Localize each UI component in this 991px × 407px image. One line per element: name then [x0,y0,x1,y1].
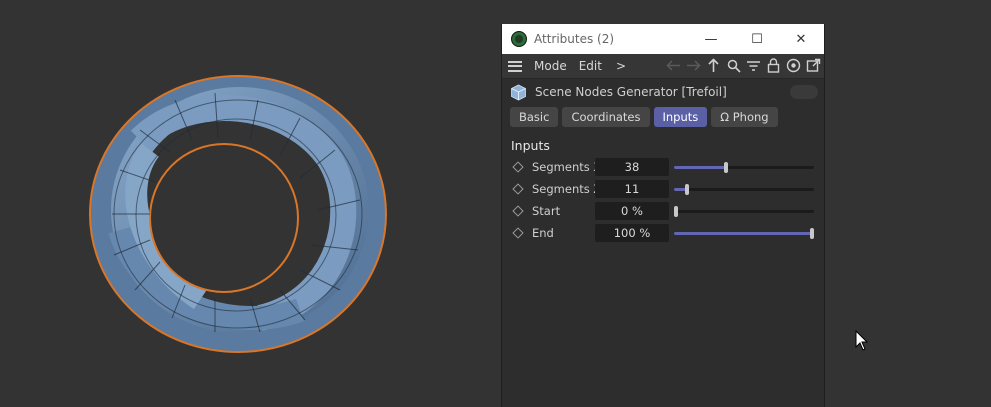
close-button[interactable]: ✕ [778,24,824,54]
param-label: Start [532,204,561,218]
slider-thumb[interactable] [674,206,678,217]
open-new-window-icon[interactable] [805,57,822,74]
tab-bar: Basic Coordinates Inputs Ω Phong [502,105,824,129]
menu-edit[interactable]: Edit [579,59,602,73]
keyframe-diamond-icon[interactable] [512,161,524,173]
tab-label: Inputs [662,110,699,124]
keyframe-diamond-icon[interactable] [512,227,524,239]
trefoil-knot-mesh[interactable] [0,0,500,407]
tab-coordinates[interactable]: Coordinates [562,107,650,127]
3d-viewport[interactable] [0,0,991,407]
param-label: End [532,226,554,240]
keyframe-diamond-icon[interactable] [512,183,524,195]
tab-label: Ω Phong [720,110,769,124]
object-enable-toggle[interactable] [790,85,818,99]
param-value-field[interactable]: 100 % [595,224,669,242]
attributes-window: Attributes (2) — ☐ ✕ Mode Edit > Scene N… [501,24,825,407]
slider-fill [674,232,814,235]
menu-mode[interactable]: Mode [534,59,567,73]
param-row-start: Start 0 % [502,200,824,222]
param-value-field[interactable]: 11 [595,180,669,198]
hamburger-menu-icon[interactable] [508,60,522,72]
target-icon[interactable] [785,57,802,74]
window-title: Attributes (2) [534,32,615,46]
param-slider[interactable] [674,184,814,195]
param-row-end: End 100 % [502,222,824,244]
param-label: Segments X [532,160,602,174]
filter-icon[interactable] [745,57,762,74]
lock-icon[interactable] [765,57,782,74]
toolbar [665,57,822,74]
object-header: Scene Nodes Generator [Trefoil] [502,79,824,105]
minimize-icon: — [704,31,718,47]
mouse-cursor-icon [855,330,869,351]
up-arrow-icon[interactable] [705,57,722,74]
search-icon[interactable] [725,57,742,74]
maximize-icon: ☐ [751,31,763,47]
param-value-field[interactable]: 38 [595,158,669,176]
param-slider[interactable] [674,162,814,173]
tab-label: Coordinates [571,110,641,124]
param-label: Segments Z [532,182,602,196]
back-arrow-icon[interactable] [665,57,682,74]
object-name: Scene Nodes Generator [Trefoil] [535,85,727,99]
forward-arrow-icon[interactable] [685,57,702,74]
tab-phong[interactable]: Ω Phong [711,107,778,127]
slider-thumb[interactable] [684,184,689,195]
title-bar[interactable]: Attributes (2) — ☐ ✕ [502,24,824,54]
param-value-field[interactable]: 0 % [595,202,669,220]
keyframe-diamond-icon[interactable] [512,205,524,217]
section-title: Inputs [511,138,550,153]
menu-more[interactable]: > [616,59,626,73]
param-slider[interactable] [674,206,814,217]
slider-fill [674,166,726,169]
minimize-button[interactable]: — [688,24,734,54]
cube-icon [511,84,526,100]
slider-thumb[interactable] [723,162,728,173]
param-row-segments-z: Segments Z 11 [502,178,824,200]
tab-inputs[interactable]: Inputs [653,107,708,127]
tab-basic[interactable]: Basic [510,107,559,127]
param-row-segments-x: Segments X 38 [502,156,824,178]
param-slider[interactable] [674,228,814,239]
menu-bar: Mode Edit > [502,54,824,79]
slider-thumb[interactable] [810,228,814,239]
tab-label: Basic [519,110,550,124]
cinema4d-app-icon [511,31,527,47]
maximize-button[interactable]: ☐ [734,24,780,54]
close-icon: ✕ [795,31,807,47]
